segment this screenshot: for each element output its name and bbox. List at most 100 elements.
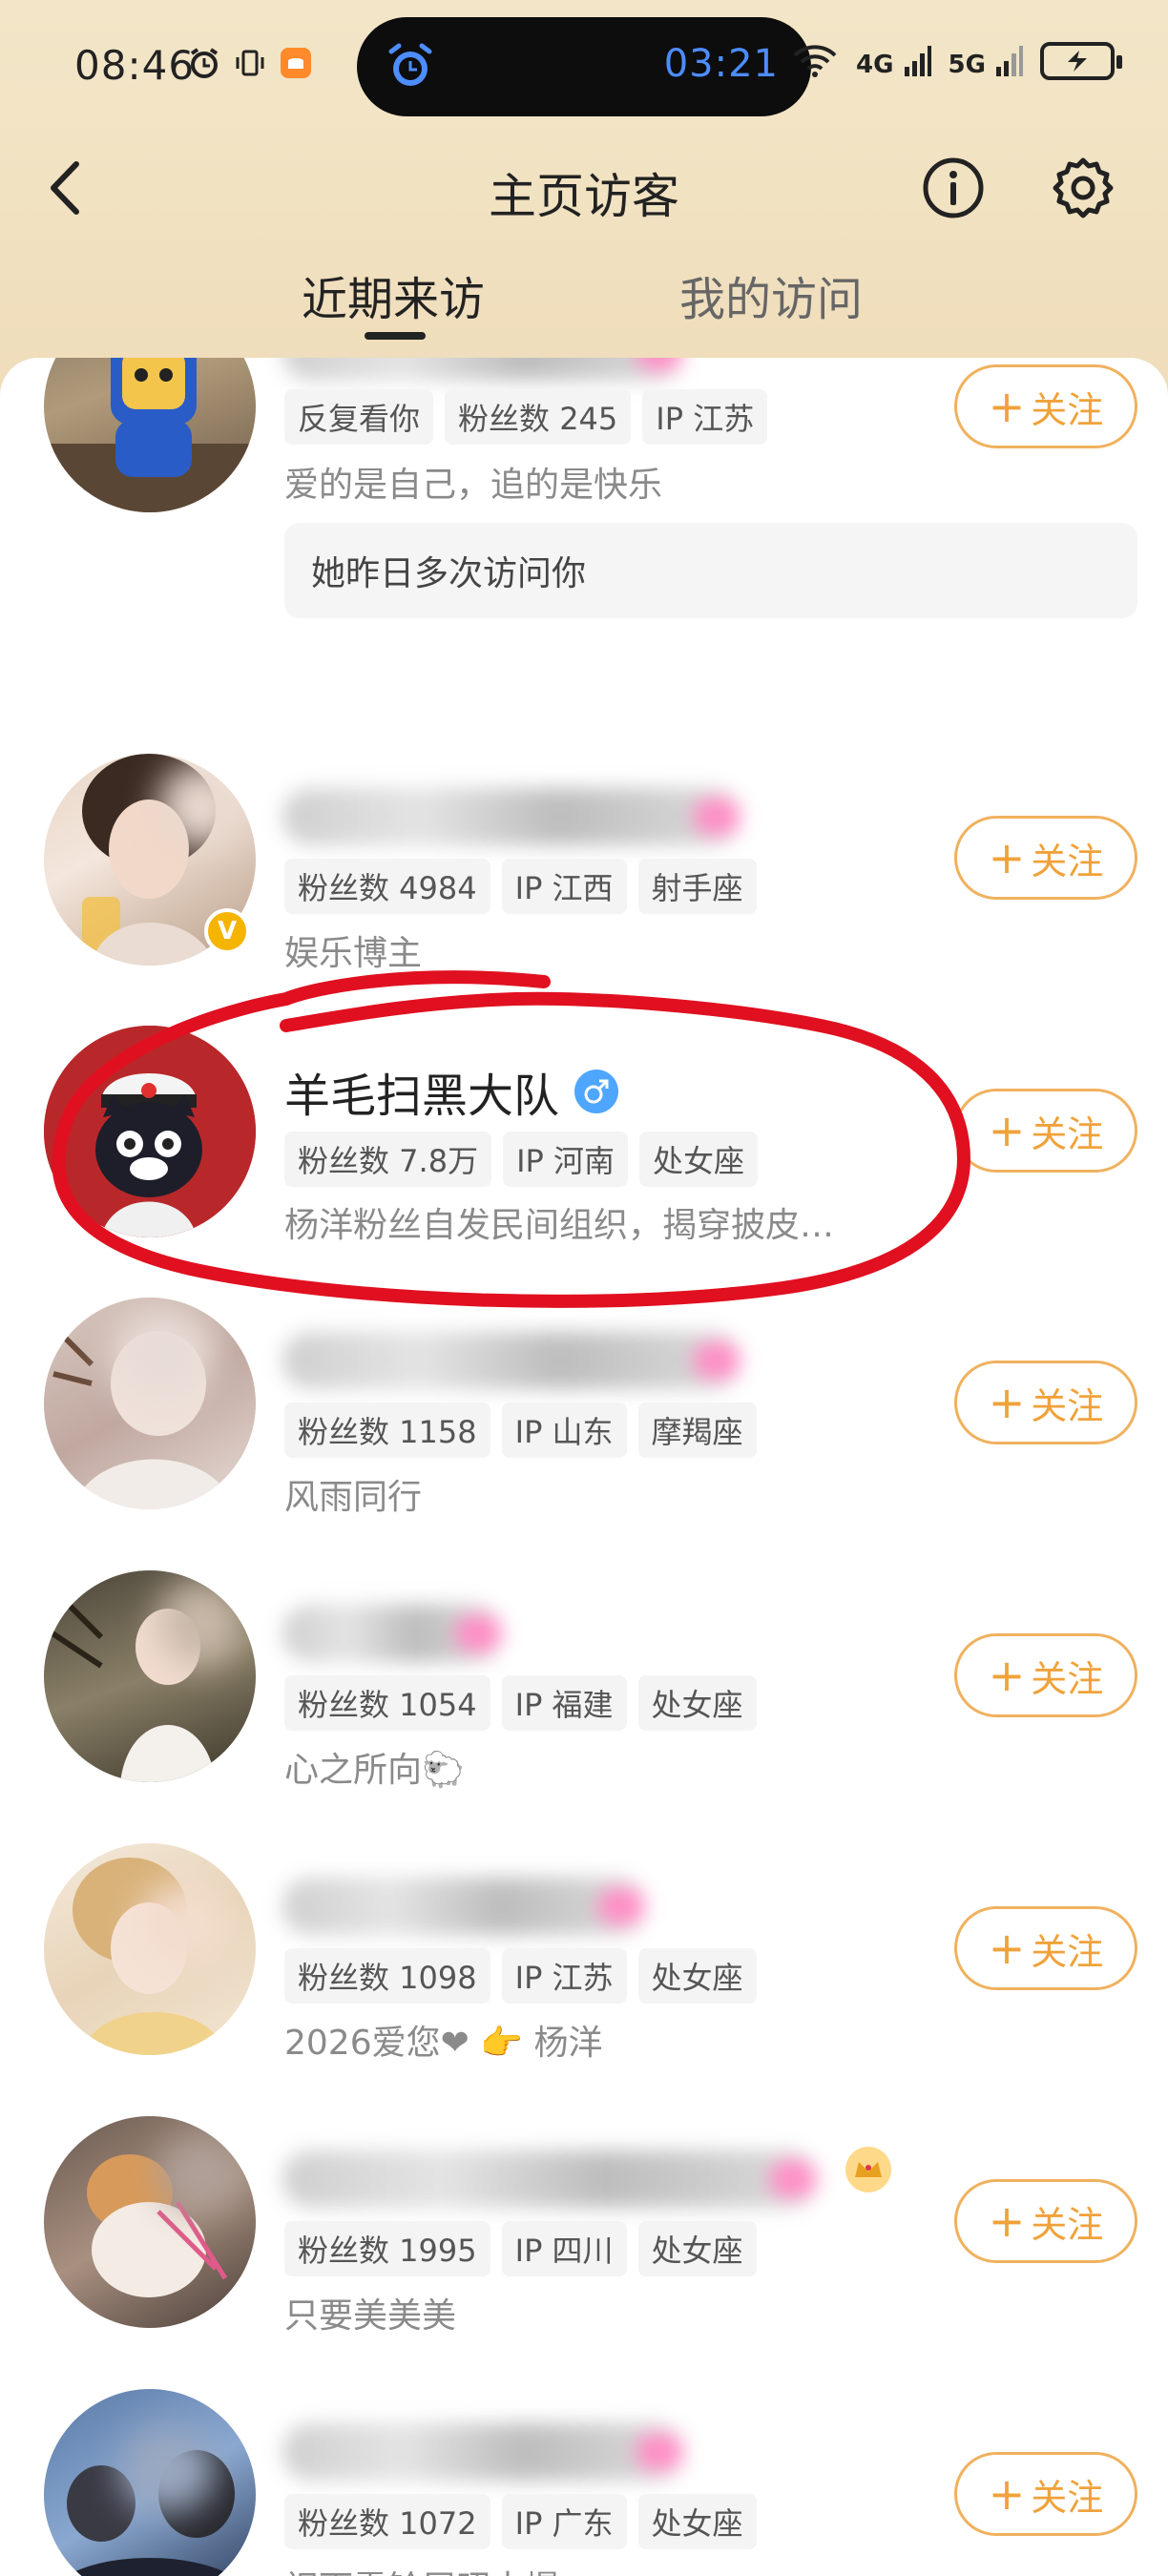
tag-list: 粉丝数 1054 IP 福建 处女座 bbox=[284, 1675, 757, 1731]
visit-note: 她昨日多次访问你 bbox=[284, 523, 1137, 618]
dynamic-island[interactable]: 03:21 bbox=[357, 17, 811, 116]
avatar[interactable] bbox=[44, 2116, 256, 2328]
avatar[interactable] bbox=[44, 1843, 256, 2055]
plus-icon: + bbox=[988, 1105, 1026, 1156]
tag: 处女座 bbox=[637, 1948, 757, 2004]
visitor-row[interactable]: 粉丝数 1098 IP 江苏 处女座 2026爱您❤ 👉 杨洋 + 关注 bbox=[0, 1834, 1168, 2063]
tag: IP 江西 bbox=[501, 859, 627, 914]
visitor-bio: 心之所向🐑 bbox=[284, 1751, 465, 1790]
tag: 处女座 bbox=[637, 2494, 757, 2549]
tag: 摩羯座 bbox=[637, 1402, 757, 1458]
plus-icon: + bbox=[988, 381, 1026, 432]
tab-recent-visits[interactable]: 近期来访 bbox=[302, 261, 485, 328]
follow-button[interactable]: + 关注 bbox=[954, 816, 1137, 900]
settings-gear-button[interactable] bbox=[1050, 155, 1116, 221]
visitor-bio: 娱乐博主 bbox=[284, 934, 423, 973]
tag: 粉丝数 1098 bbox=[284, 1948, 490, 2004]
tag-list: 反复看你 粉丝数 245 IP 江苏 bbox=[284, 389, 768, 445]
plus-icon: + bbox=[988, 1377, 1026, 1428]
info-button[interactable] bbox=[922, 156, 985, 219]
tag: 射手座 bbox=[637, 859, 757, 914]
avatar[interactable] bbox=[44, 358, 256, 512]
tag-list: 粉丝数 1072 IP 广东 处女座 bbox=[284, 2494, 757, 2549]
visitor-row[interactable]: 粉丝数 1072 IP 广东 处女座 祝雨霖铃展昭大爆 +关注 bbox=[0, 2379, 1168, 2576]
male-gender-icon bbox=[574, 1070, 619, 1113]
visitor-row[interactable]: 粉丝数 1995 IP 四川 处女座 只要美美美 + 关注 bbox=[0, 2107, 1168, 2336]
visitor-bio: 杨洋粉丝自发民间组织，揭穿披皮… bbox=[284, 1206, 835, 1245]
blurred-username bbox=[282, 358, 683, 381]
app-notification-icon bbox=[279, 46, 313, 80]
tag: 处女座 bbox=[637, 1675, 757, 1731]
visitor-bio: 祝雨霖铃展昭大爆 bbox=[284, 2561, 559, 2576]
visitor-list[interactable]: 反复看你 粉丝数 245 IP 江苏 爱的是自己，追的是快乐 + 关注 她昨日多次… bbox=[0, 358, 1168, 2576]
avatar[interactable] bbox=[44, 2389, 256, 2576]
tag: 反复看你 bbox=[284, 389, 434, 445]
plus-icon: + bbox=[988, 2468, 1026, 2520]
status-bar: 08:46 03:21 4G 5G bbox=[0, 0, 1168, 134]
follow-button[interactable]: + 关注 bbox=[954, 1361, 1137, 1444]
follow-button[interactable]: + 关注 bbox=[954, 364, 1137, 448]
tab-bar: 近期来访 我的访问 bbox=[0, 239, 1168, 353]
tag: IP 广东 bbox=[501, 2494, 627, 2549]
island-timer: 03:21 bbox=[663, 42, 779, 86]
follow-button[interactable]: + 关注 bbox=[954, 1906, 1137, 1990]
mascot-avatar-image bbox=[44, 358, 256, 512]
blurred-username bbox=[282, 1878, 645, 1935]
signal-4g-icon: 4G bbox=[856, 44, 931, 79]
visitor-bio: 2026爱您❤ 👉 杨洋 bbox=[284, 2024, 603, 2063]
visitor-name[interactable]: 羊毛扫黑大队 bbox=[284, 1058, 619, 1125]
avatar[interactable] bbox=[44, 1570, 256, 1782]
tag: 处女座 bbox=[639, 1132, 759, 1187]
tag: IP 河南 bbox=[503, 1132, 628, 1187]
battery-charging-icon bbox=[1040, 42, 1122, 80]
tag: IP 福建 bbox=[501, 1675, 627, 1731]
signal-5g-icon: 5G bbox=[949, 44, 1023, 79]
visitor-row[interactable]: 反复看你 粉丝数 245 IP 江苏 爱的是自己，追的是快乐 + 关注 她昨日多次… bbox=[0, 358, 1168, 720]
tag: 粉丝数 4984 bbox=[284, 859, 490, 914]
plus-icon: + bbox=[988, 1922, 1026, 1974]
vibrate-icon bbox=[233, 46, 267, 80]
tag: 粉丝数 1995 bbox=[284, 2221, 490, 2276]
avatar[interactable] bbox=[44, 1026, 256, 1237]
page-title: 主页访客 bbox=[489, 169, 679, 224]
visitor-bio: 爱的是自己，追的是快乐 bbox=[284, 466, 663, 505]
tag: 粉丝数 1054 bbox=[284, 1675, 490, 1731]
blurred-username bbox=[282, 2150, 817, 2208]
tag-list: 粉丝数 1158 IP 山东 摩羯座 bbox=[284, 1402, 757, 1458]
tag: IP 江苏 bbox=[642, 389, 768, 445]
tag: 处女座 bbox=[637, 2221, 757, 2276]
status-icons-right: 4G 5G bbox=[791, 42, 1122, 80]
tag-list: 粉丝数 1995 IP 四川 处女座 bbox=[284, 2221, 757, 2276]
tag-list: 粉丝数 1098 IP 江苏 处女座 bbox=[284, 1948, 757, 2004]
follow-button[interactable]: + 关注 bbox=[954, 2452, 1137, 2536]
tab-my-visits[interactable]: 我的访问 bbox=[679, 261, 863, 328]
visitor-row[interactable]: 粉丝数 1158 IP 山东 摩羯座 风雨同行 + 关注 bbox=[0, 1288, 1168, 1517]
visitor-row[interactable]: V 粉丝数 4984 IP 江西 射手座 娱乐博主 + 关注 bbox=[0, 744, 1168, 973]
cat-police-avatar-image bbox=[44, 1026, 256, 1237]
tag: 粉丝数 1072 bbox=[284, 2494, 490, 2549]
visitor-row[interactable]: 粉丝数 1054 IP 福建 处女座 心之所向🐑 + 关注 bbox=[0, 1561, 1168, 1790]
follow-button[interactable]: + 关注 bbox=[954, 1089, 1137, 1173]
plus-icon: + bbox=[988, 2195, 1026, 2247]
wifi-icon bbox=[791, 44, 839, 78]
tag: IP 江苏 bbox=[501, 1948, 627, 2004]
visitor-row-highlighted[interactable]: 羊毛扫黑大队 粉丝数 7.8万 IP 河南 处女座 杨洋粉丝自发民间组织，揭穿披… bbox=[0, 1016, 1168, 1245]
tag: IP 四川 bbox=[501, 2221, 627, 2276]
blurred-username bbox=[282, 2423, 683, 2481]
tab-active-indicator bbox=[365, 332, 426, 340]
blurred-username bbox=[282, 1332, 740, 1389]
tag: 粉丝数 245 bbox=[445, 389, 632, 445]
plus-icon: + bbox=[988, 832, 1026, 883]
visitor-bio: 风雨同行 bbox=[284, 1478, 423, 1517]
follow-button[interactable]: + 关注 bbox=[954, 1633, 1137, 1717]
tag-list: 粉丝数 4984 IP 江西 射手座 bbox=[284, 859, 757, 914]
tag: 粉丝数 1158 bbox=[284, 1402, 490, 1458]
tag: 粉丝数 7.8万 bbox=[284, 1132, 492, 1187]
nav-bar: 主页访客 bbox=[0, 134, 1168, 239]
avatar[interactable] bbox=[44, 1298, 256, 1509]
status-time: 08:46 bbox=[74, 42, 196, 89]
follow-button[interactable]: + 关注 bbox=[954, 2179, 1137, 2263]
alarm-icon bbox=[187, 46, 221, 80]
blurred-username bbox=[282, 788, 740, 845]
verified-badge-icon: V bbox=[204, 908, 250, 954]
